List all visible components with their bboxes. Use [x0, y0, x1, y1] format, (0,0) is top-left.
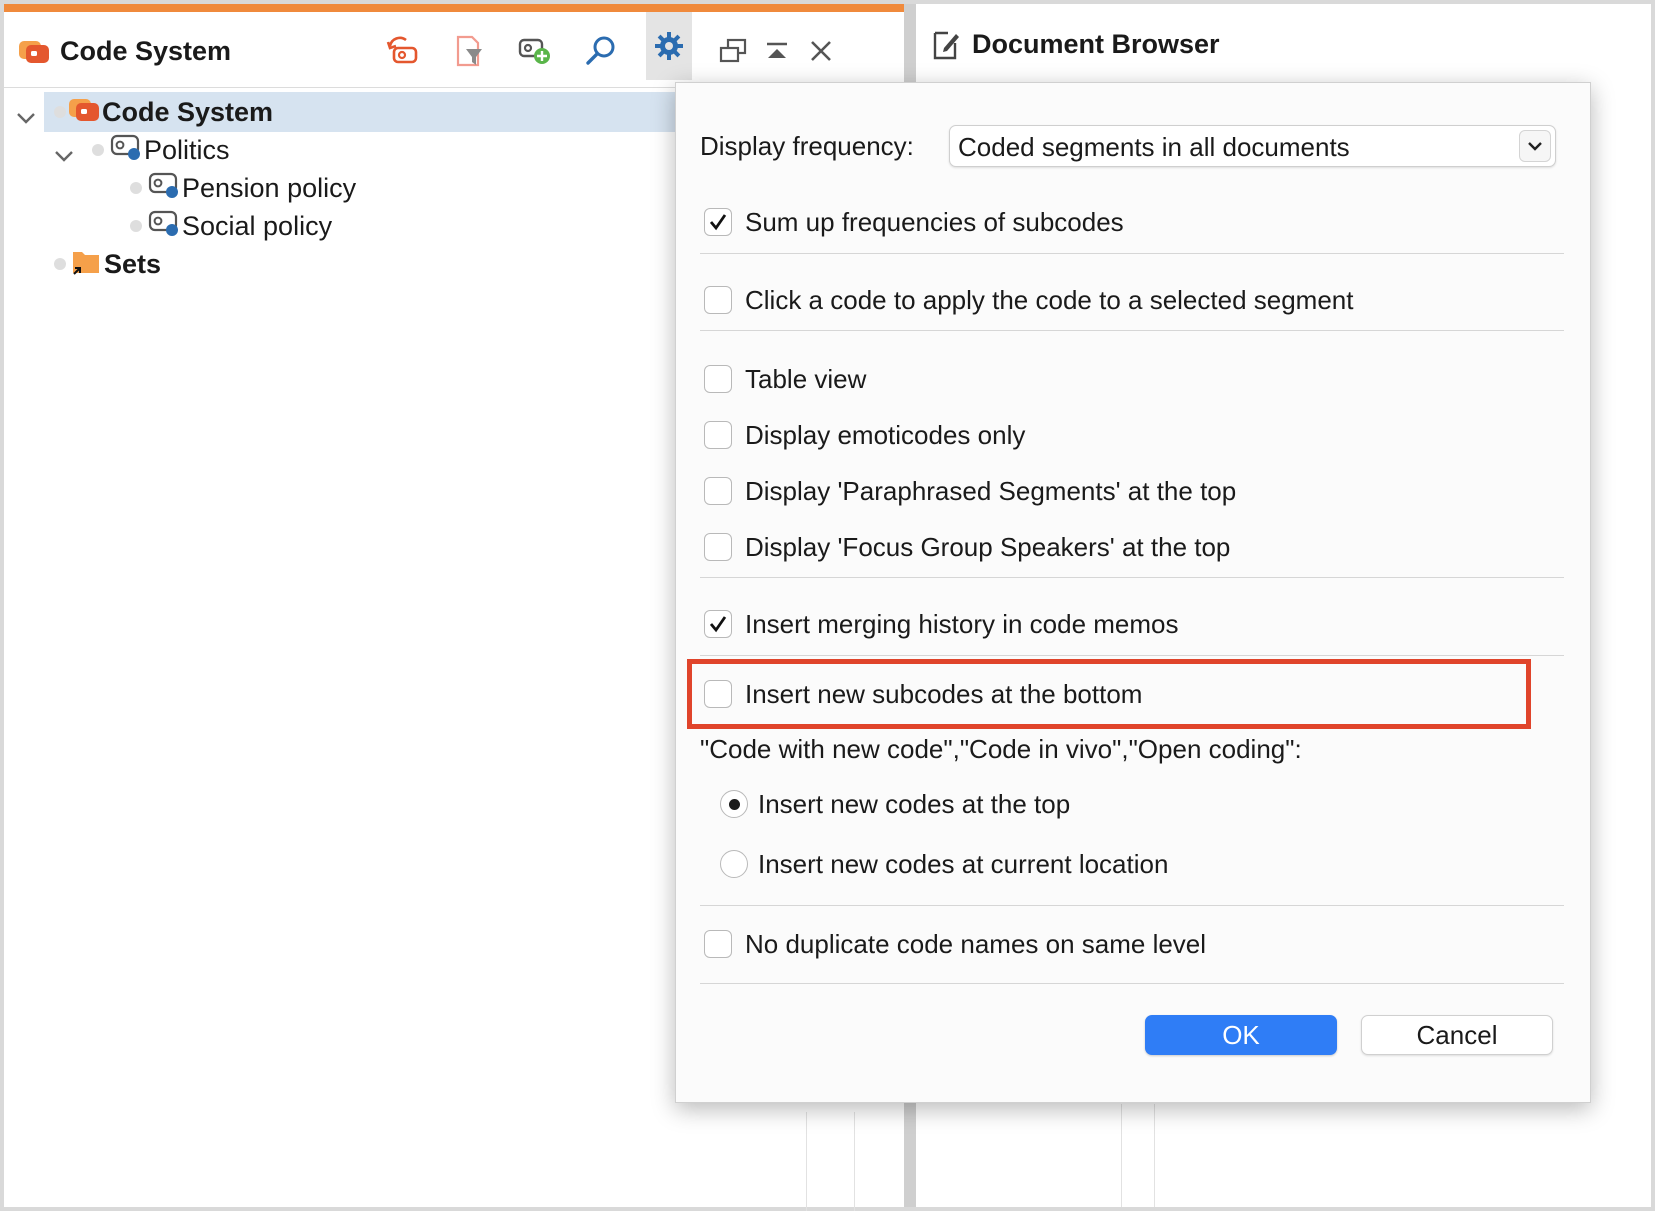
- table-view-option[interactable]: Table view: [704, 362, 866, 396]
- no-duplicate-names-option[interactable]: No duplicate code names on same level: [704, 927, 1206, 961]
- insert-current-location-radio[interactable]: [720, 850, 748, 878]
- tree-item-sets[interactable]: Sets: [54, 244, 161, 284]
- document-browser-header: Document Browser: [916, 4, 1651, 76]
- code-system-settings-dialog: Display frequency: Coded segments in all…: [675, 82, 1591, 1103]
- paraphrased-segments-label: Display 'Paraphrased Segments' at the to…: [745, 475, 1237, 506]
- display-frequency-select[interactable]: Coded segments in all documents: [949, 125, 1556, 167]
- new-code-group-label: "Code with new code","Code in vivo","Ope…: [700, 734, 1302, 764]
- insert-current-location-label: Insert new codes at current location: [758, 848, 1169, 879]
- click-code-apply-label: Click a code to apply the code to a sele…: [745, 284, 1354, 315]
- tree-item-label: Social policy: [182, 210, 333, 241]
- paraphrased-segments-checkbox[interactable]: [704, 477, 732, 505]
- ok-button[interactable]: OK: [1145, 1015, 1337, 1055]
- close-icon[interactable]: [798, 28, 844, 74]
- paraphrased-segments-option[interactable]: Display 'Paraphrased Segments' at the to…: [704, 474, 1236, 508]
- tree-item-politics[interactable]: Politics: [55, 130, 230, 170]
- folder-icon: [70, 246, 102, 283]
- tree-item-label: Politics: [144, 134, 230, 165]
- cancel-button[interactable]: Cancel: [1361, 1015, 1553, 1055]
- undock-icon[interactable]: [710, 28, 756, 74]
- search-icon[interactable]: [578, 28, 624, 74]
- table-view-label: Table view: [745, 363, 867, 394]
- code-system-header: Code System: [4, 12, 904, 88]
- code-system-logo-icon: [18, 38, 50, 69]
- display-frequency-label: Display frequency:: [700, 131, 914, 161]
- code-system-icon: [68, 96, 100, 129]
- sum-up-frequencies-label: Sum up frequencies of subcodes: [745, 206, 1124, 237]
- tree-item-pension-policy[interactable]: Pension policy: [130, 168, 356, 208]
- click-code-apply-checkbox[interactable]: [704, 286, 732, 314]
- merging-history-checkbox[interactable]: [704, 610, 732, 638]
- focus-group-speakers-checkbox[interactable]: [704, 533, 732, 561]
- emoticodes-only-label: Display emoticodes only: [745, 419, 1026, 450]
- edit-document-icon: [932, 28, 960, 65]
- filter-icon[interactable]: [446, 28, 492, 74]
- merging-history-label: Insert merging history in code memos: [745, 608, 1179, 639]
- click-code-apply-option[interactable]: Click a code to apply the code to a sele…: [704, 283, 1353, 317]
- gear-icon[interactable]: [646, 12, 692, 80]
- chevron-down-icon[interactable]: [1519, 130, 1551, 162]
- code-icon: [148, 171, 180, 206]
- insert-top-radio[interactable]: [720, 790, 748, 818]
- code-system-title: Code System: [60, 36, 232, 66]
- reset-code-icon[interactable]: [380, 28, 426, 74]
- collapse-up-icon[interactable]: [754, 28, 800, 74]
- insert-top-label: Insert new codes at the top: [758, 788, 1071, 819]
- sum-up-frequencies-checkbox[interactable]: [704, 208, 732, 236]
- subcodes-bottom-checkbox[interactable]: [704, 680, 732, 708]
- code-icon: [148, 209, 180, 244]
- chevron-down-icon[interactable]: [16, 102, 36, 133]
- table-view-checkbox[interactable]: [704, 365, 732, 393]
- display-frequency-value: Coded segments in all documents: [958, 132, 1350, 162]
- merging-history-option[interactable]: Insert merging history in code memos: [704, 607, 1179, 641]
- focus-group-speakers-label: Display 'Focus Group Speakers' at the to…: [745, 531, 1231, 562]
- tree-item-label: Pension policy: [182, 172, 357, 203]
- insert-top-option[interactable]: Insert new codes at the top: [720, 787, 1070, 821]
- no-duplicate-names-label: No duplicate code names on same level: [745, 928, 1207, 959]
- no-duplicate-names-checkbox[interactable]: [704, 930, 732, 958]
- tree-item-label: Code System: [102, 96, 274, 127]
- focus-group-speakers-option[interactable]: Display 'Focus Group Speakers' at the to…: [704, 530, 1230, 564]
- subcodes-bottom-label: Insert new subcodes at the bottom: [745, 678, 1143, 709]
- code-icon: [110, 133, 142, 168]
- new-code-icon[interactable]: [512, 28, 558, 74]
- subcodes-bottom-option[interactable]: Insert new subcodes at the bottom: [704, 677, 1142, 711]
- emoticodes-only-checkbox[interactable]: [704, 421, 732, 449]
- emoticodes-only-option[interactable]: Display emoticodes only: [704, 418, 1025, 452]
- tree-item-social-policy[interactable]: Social policy: [130, 206, 332, 246]
- tree-item-label: Sets: [104, 248, 162, 279]
- document-browser-title: Document Browser: [972, 29, 1220, 59]
- sum-up-frequencies-option[interactable]: Sum up frequencies of subcodes: [704, 205, 1124, 239]
- insert-current-location-option[interactable]: Insert new codes at current location: [720, 847, 1168, 881]
- chevron-down-icon[interactable]: [54, 140, 74, 171]
